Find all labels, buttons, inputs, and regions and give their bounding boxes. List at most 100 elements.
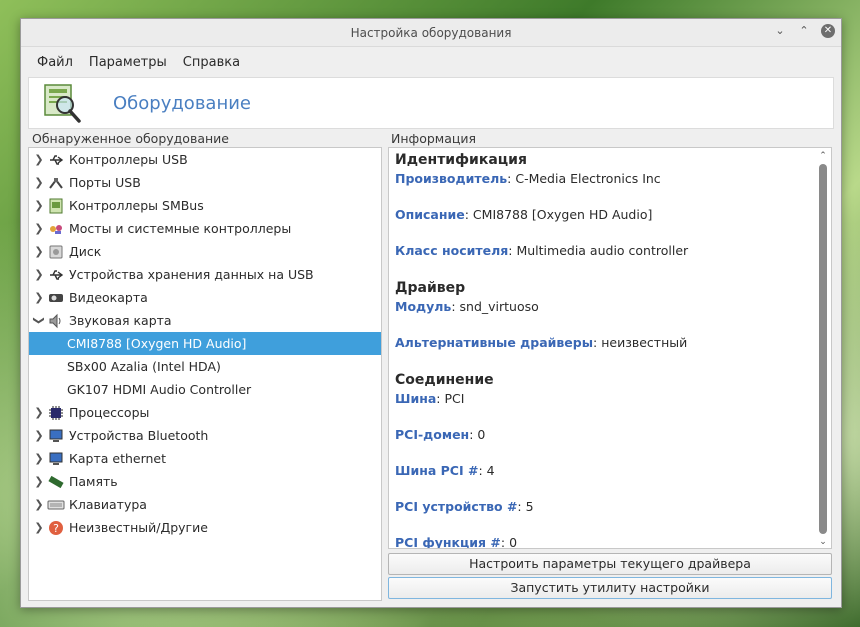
close-icon[interactable]: ✕ (821, 24, 835, 38)
tree-item-label: Неизвестный/Другие (69, 520, 208, 535)
chevron-up-icon[interactable]: ⌃ (817, 150, 829, 162)
alt-drivers-row: Альтернативные драйверы: неизвестный (395, 334, 815, 352)
alt-drivers-key: Альтернативные драйверы (395, 335, 594, 350)
chevron-right-icon[interactable]: ❯ (31, 222, 47, 235)
pci-bus-row: Шина PCI #: 4 (395, 462, 815, 480)
chevron-right-icon[interactable]: ❯ (31, 452, 47, 465)
description-row: Описание: CMI8788 [Oxygen HD Audio] (395, 206, 815, 224)
menu-help[interactable]: Справка (181, 53, 242, 72)
pci-bus-key: Шина PCI # (395, 463, 479, 478)
page-title: Оборудование (113, 92, 251, 114)
hardware-search-icon (39, 79, 87, 127)
usb-port-icon (47, 175, 65, 191)
window-title: Настройка оборудования (350, 25, 512, 40)
chevron-right-icon[interactable]: ❯ (31, 199, 47, 212)
info-panel[interactable]: Идентификация Производитель: C-Media Ele… (388, 147, 832, 549)
scrollbar-thumb[interactable] (819, 164, 827, 534)
title-bar[interactable]: Настройка оборудования ⌄ ⌃ ✕ (21, 19, 841, 47)
tree-item-ethernet[interactable]: ❯ Карта ethernet (29, 447, 381, 470)
tree-item-label: Мосты и системные контроллеры (69, 221, 292, 236)
tree-item-usb-controllers[interactable]: ❯ Контроллеры USB (29, 148, 381, 171)
chevron-right-icon[interactable]: ❯ (31, 429, 47, 442)
cpu-icon (47, 405, 65, 421)
run-config-tool-button[interactable]: Запустить утилиту настройки (388, 577, 832, 599)
chevron-right-icon[interactable]: ❯ (31, 245, 47, 258)
tree-item-bridges[interactable]: ❯ Мосты и системные контроллеры (29, 217, 381, 240)
tree-item-unknown[interactable]: ❯ ? Неизвестный/Другие (29, 516, 381, 539)
configure-driver-button[interactable]: Настроить параметры текущего драйвера (388, 553, 832, 575)
tree-item-label: Порты USB (69, 175, 141, 190)
module-key: Модуль (395, 299, 452, 314)
bus-row: Шина: PCI (395, 390, 815, 408)
tree-item-smbus[interactable]: ❯ Контроллеры SMBus (29, 194, 381, 217)
memory-icon (47, 474, 65, 490)
tree-item-label: Процессоры (69, 405, 150, 420)
chevron-down-icon[interactable]: ❯ (33, 313, 46, 329)
connection-heading: Соединение (395, 372, 494, 388)
usb-icon (47, 152, 65, 168)
pci-function-value: : 0 (500, 535, 518, 549)
bus-value: : PCI (436, 391, 465, 406)
tree-item-sbx00-azalia[interactable]: SBx00 Azalia (Intel HDA) (29, 355, 381, 378)
maximize-icon[interactable]: ⌃ (797, 24, 811, 38)
info-scrollbar[interactable]: ⌃ ⌄ (817, 150, 829, 548)
chevron-down-icon[interactable]: ⌄ (773, 24, 787, 38)
pci-domain-row: PCI-домен: 0 (395, 426, 815, 444)
tree-item-bluetooth[interactable]: ❯ Устройства Bluetooth (29, 424, 381, 447)
pci-device-row: PCI устройство #: 5 (395, 498, 815, 516)
tree-item-memory[interactable]: ❯ Память (29, 470, 381, 493)
chevron-right-icon[interactable]: ❯ (31, 176, 47, 189)
chevron-right-icon[interactable]: ❯ (31, 475, 47, 488)
chevron-right-icon[interactable]: ❯ (31, 153, 47, 166)
tree-item-keyboard[interactable]: ❯ Клавиатура (29, 493, 381, 516)
header-banner: Оборудование (28, 77, 834, 129)
media-class-row: Класс носителя: Multimedia audio control… (395, 242, 815, 260)
tree-item-disk[interactable]: ❯ Диск (29, 240, 381, 263)
tree-item-label: Устройства Bluetooth (69, 428, 209, 443)
chevron-right-icon[interactable]: ❯ (31, 521, 47, 534)
menu-parameters[interactable]: Параметры (87, 53, 169, 72)
tree-item-sound-card[interactable]: ❯ Звуковая карта (29, 309, 381, 332)
driver-heading: Драйвер (395, 280, 466, 296)
tree-item-label: Видеокарта (69, 290, 148, 305)
chevron-right-icon[interactable]: ❯ (31, 268, 47, 281)
tree-item-video-card[interactable]: ❯ Видеокарта (29, 286, 381, 309)
tree-item-gk107-hdmi[interactable]: GK107 HDMI Audio Controller (29, 378, 381, 401)
unknown-icon: ? (47, 520, 65, 536)
tree-item-label: Звуковая карта (69, 313, 172, 328)
smbus-icon (47, 198, 65, 214)
tree-item-label: Память (69, 474, 118, 489)
hardware-tree[interactable]: ❯ Контроллеры USB ❯ Порты USB ❯ Контролл… (28, 147, 382, 601)
pci-function-row: PCI функция #: 0 (395, 534, 815, 549)
identification-heading: Идентификация (395, 152, 527, 168)
description-key: Описание (395, 207, 465, 222)
chevron-right-icon[interactable]: ❯ (31, 406, 47, 419)
chevron-right-icon[interactable]: ❯ (31, 498, 47, 511)
hardware-config-window: Настройка оборудования ⌄ ⌃ ✕ Файл Параме… (20, 18, 842, 608)
tree-item-label: Клавиатура (69, 497, 147, 512)
chevron-down-icon[interactable]: ⌄ (817, 536, 829, 548)
pci-domain-key: PCI-домен (395, 427, 470, 442)
pci-device-key: PCI устройство # (395, 499, 518, 514)
tree-item-label: Диск (69, 244, 102, 259)
tree-item-cmi8788[interactable]: CMI8788 [Oxygen HD Audio] (29, 332, 381, 355)
bridge-icon (47, 221, 65, 237)
chevron-right-icon[interactable]: ❯ (31, 291, 47, 304)
tree-item-label: Контроллеры USB (69, 152, 188, 167)
tree-item-label: Устройства хранения данных на USB (69, 267, 314, 282)
tree-item-processors[interactable]: ❯ Процессоры (29, 401, 381, 424)
tree-item-label: GK107 HDMI Audio Controller (67, 382, 252, 397)
menu-file[interactable]: Файл (35, 53, 75, 72)
module-row: Модуль: snd_virtuoso (395, 298, 815, 316)
pci-device-value: : 5 (517, 499, 534, 514)
alt-drivers-value: : неизвестный (593, 335, 688, 350)
description-value: : CMI8788 [Oxygen HD Audio] (464, 207, 653, 222)
tree-item-usb-ports[interactable]: ❯ Порты USB (29, 171, 381, 194)
bluetooth-icon (47, 428, 65, 444)
vendor-row: Производитель: C-Media Electronics Inc (395, 170, 815, 188)
keyboard-icon (47, 497, 65, 513)
usb-storage-icon (47, 267, 65, 283)
tree-item-label: CMI8788 [Oxygen HD Audio] (67, 336, 247, 351)
module-value: : snd_virtuoso (451, 299, 539, 314)
tree-item-usb-storage[interactable]: ❯ Устройства хранения данных на USB (29, 263, 381, 286)
